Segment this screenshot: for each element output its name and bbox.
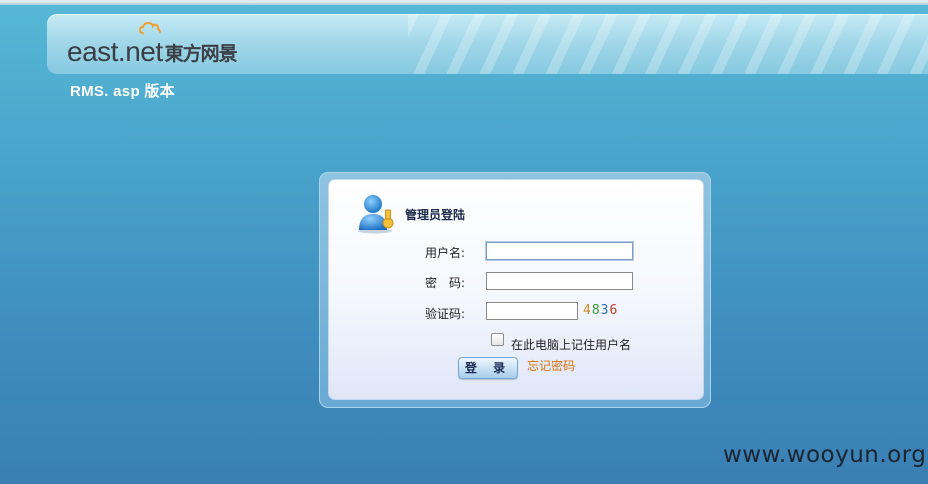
brand-logo: east.net 東方网景 xyxy=(67,36,238,67)
remember-label[interactable]: 在此电脑上记住用户名 xyxy=(511,336,631,353)
top-border-shade xyxy=(0,3,928,5)
captcha-input[interactable] xyxy=(486,302,578,320)
username-input[interactable] xyxy=(486,242,633,260)
cloud-icon xyxy=(139,21,161,34)
password-label: 密 码: xyxy=(424,276,465,290)
captcha-digit: 8 xyxy=(591,303,601,318)
captcha-label: 验证码: xyxy=(424,307,465,321)
username-label: 用户名: xyxy=(424,246,465,260)
remember-checkbox-wrap[interactable] xyxy=(491,333,504,346)
panel-title: 管理员登陆 xyxy=(405,208,466,222)
header-banner: east.net 東方网景 xyxy=(47,14,928,74)
admin-user-icon xyxy=(358,195,394,234)
version-label: RMS. asp 版本 xyxy=(70,83,175,100)
password-input[interactable] xyxy=(486,272,633,290)
logo-text: east.net xyxy=(67,36,163,67)
forgot-password-link[interactable]: 忘记密码 xyxy=(527,357,575,374)
login-button[interactable]: 登 录 xyxy=(458,357,518,379)
remember-checkbox[interactable] xyxy=(491,333,504,346)
captcha-digit: 3 xyxy=(600,303,610,318)
watermark: www.wooyun.org xyxy=(723,442,927,468)
captcha-image[interactable]: 4836 xyxy=(583,303,618,318)
logo-chinese: 東方网景 xyxy=(164,43,238,65)
captcha-digit: 4 xyxy=(583,303,592,318)
captcha-digit: 6 xyxy=(609,303,619,318)
banner-stripes xyxy=(408,14,928,74)
